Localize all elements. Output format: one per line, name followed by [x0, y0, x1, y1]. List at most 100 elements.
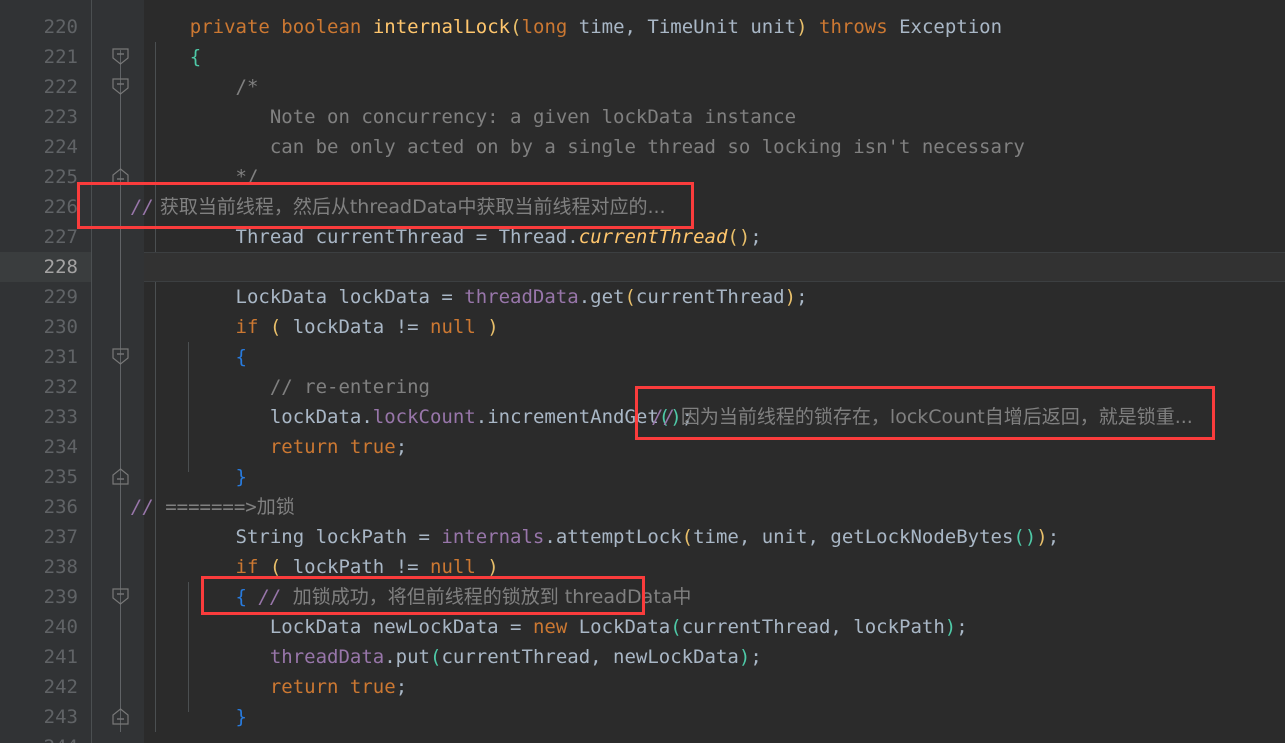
paren-close: ) — [796, 16, 808, 38]
type-lockdata: LockData — [567, 616, 671, 638]
line-content[interactable]: } — [144, 462, 247, 492]
line-content[interactable]: Thread currentThread = Thread.currentThr… — [144, 222, 762, 252]
paren-close: ) — [1036, 526, 1048, 548]
code-line-current[interactable]: 228 — [0, 252, 1285, 282]
paren-close: ) — [738, 646, 751, 668]
statement-head: LockData lockData = — [235, 286, 465, 308]
brace-open: { — [235, 586, 247, 608]
line-content[interactable]: return true; — [144, 432, 407, 462]
line-content[interactable]: String lockPath = internals.attemptLock(… — [144, 522, 1060, 552]
paren-open: ( — [258, 316, 293, 338]
line-number: 235 — [43, 466, 78, 488]
keyword-private: private — [189, 16, 270, 38]
line-number: 243 — [43, 706, 78, 728]
line-content[interactable]: threadData.put(currentThread, newLockDat… — [144, 642, 762, 672]
line-number: 231 — [43, 346, 78, 368]
line-content[interactable]: /* — [144, 72, 259, 102]
brace-close: } — [235, 466, 247, 488]
line-number: 221 — [43, 46, 78, 68]
fold-region-end-icon[interactable] — [112, 168, 129, 185]
code-line[interactable]: 229 LockData lockData = threadData.get(c… — [0, 282, 1285, 312]
line-content[interactable]: return true; — [144, 672, 407, 702]
keyword-true: true — [338, 676, 396, 698]
paren-close: ) — [475, 316, 499, 338]
code-line[interactable]: 237 String lockPath = internals.attemptL… — [0, 522, 1285, 552]
code-line[interactable]: 242 return true; — [0, 672, 1285, 702]
line-content[interactable]: } — [144, 702, 247, 732]
statement-head: LockData newLockData = — [269, 616, 533, 638]
keyword-null: null — [430, 316, 476, 338]
code-line[interactable]: 244 — [0, 732, 1285, 743]
fold-region-end-icon[interactable] — [112, 708, 129, 725]
code-line[interactable]: 235 } — [0, 462, 1285, 492]
code-line[interactable]: 239 { // 加锁成功，将但前线程的锁放到 threadData中 — [0, 582, 1285, 612]
method-call: currentThread — [578, 226, 728, 248]
arguments: time, unit, getLockNodeBytes — [693, 526, 1014, 548]
current-line-highlight — [144, 252, 1285, 282]
line-content[interactable]: */ — [144, 162, 259, 192]
paren-open: ( — [670, 616, 682, 638]
line-content[interactable]: Note on concurrency: a given lockData in… — [144, 102, 796, 132]
line-number: 244 — [0, 732, 78, 743]
fold-collapse-icon[interactable] — [112, 588, 129, 605]
semicolon: ; — [956, 616, 968, 638]
line-content[interactable]: if ( lockData != null ) — [144, 312, 499, 342]
code-line[interactable]: 243 } — [0, 702, 1285, 732]
annotation-comment-content: // 因为当前线程的锁存在，lockCount自增后返回，就是锁重... — [652, 402, 1193, 432]
line-content[interactable]: if ( lockPath != null ) — [144, 552, 499, 582]
line-number: 229 — [43, 286, 78, 308]
code-line[interactable]: 219 — [0, 0, 1285, 8]
code-line[interactable]: 223 Note on concurrency: a given lockDat… — [0, 102, 1285, 132]
statement-head: String lockPath = — [235, 526, 442, 548]
code-line[interactable]: 241 threadData.put(currentThread, newLoc… — [0, 642, 1285, 672]
comment-slashes: // — [130, 496, 154, 518]
semicolon: ; — [1047, 526, 1060, 548]
code-line[interactable]: 231 { — [0, 342, 1285, 372]
code-line[interactable]: 236 // =======>加锁 — [0, 492, 1285, 522]
code-line[interactable]: 238 if ( lockPath != null ) — [0, 552, 1285, 582]
fold-region-end-icon[interactable] — [112, 468, 129, 485]
code-line[interactable]: 227 Thread currentThread = Thread.curren… — [0, 222, 1285, 252]
line-content[interactable]: can be only acted on by a single thread … — [144, 132, 1025, 162]
method-get: .get — [578, 286, 625, 308]
code-line[interactable]: 234 return true; — [0, 432, 1285, 462]
code-line[interactable]: 225 */ — [0, 162, 1285, 192]
param-unit: unit — [738, 16, 797, 38]
line-content[interactable]: LockData newLockData = new LockData(curr… — [144, 612, 968, 642]
semicolon: ; — [796, 286, 808, 308]
code-line[interactable]: 224 can be only acted on by a single thr… — [0, 132, 1285, 162]
keyword-null: null — [430, 556, 476, 578]
code-line[interactable]: 230 if ( lockData != null ) — [0, 312, 1285, 342]
fold-collapse-icon[interactable] — [112, 78, 129, 95]
type-exception: Exception — [899, 16, 1003, 38]
code-line[interactable]: 240 LockData newLockData = new LockData(… — [0, 612, 1285, 642]
brace-close: } — [235, 706, 247, 728]
code-line[interactable]: 221 { — [0, 42, 1285, 72]
line-number: 234 — [43, 436, 78, 458]
code-line[interactable]: 222 /* — [0, 72, 1285, 102]
line-content[interactable]: { // 加锁成功，将但前线程的锁放到 threadData中 — [144, 582, 692, 612]
method-name: internalLock — [372, 16, 511, 38]
paren-close: ) — [784, 286, 797, 308]
line-content[interactable]: // 获取当前线程，然后从threadData中获取当前线程对应的... — [108, 192, 666, 222]
code-editor[interactable]: 219 220 private boolean internalLock(lon… — [0, 0, 1285, 743]
line-content[interactable]: LockData lockData = threadData.get(curre… — [144, 282, 808, 312]
line-content[interactable]: { — [144, 342, 247, 372]
fold-collapse-icon[interactable] — [112, 48, 129, 65]
line-content[interactable]: { — [144, 42, 201, 72]
gutter-separator — [91, 0, 92, 743]
annotation-comment-line: // 因为当前线程的锁存在，lockCount自增后返回，就是锁重... — [0, 402, 1285, 432]
comment-text: Note on concurrency: a given lockData in… — [269, 106, 797, 128]
line-number: 239 — [43, 586, 78, 608]
fold-collapse-icon[interactable] — [112, 348, 129, 365]
code-line[interactable]: 226 // 获取当前线程，然后从threadData中获取当前线程对应的... — [0, 192, 1285, 222]
method-call: .attemptLock — [544, 526, 682, 548]
code-line[interactable]: 220 private boolean internalLock(long ti… — [0, 12, 1285, 42]
line-content[interactable]: private boolean internalLock(long time, … — [144, 12, 1002, 42]
comment-block-end: */ — [235, 166, 259, 188]
line-content[interactable]: // re-entering — [144, 372, 430, 402]
paren-open: ( — [258, 556, 293, 578]
code-line[interactable]: 232 // re-entering — [0, 372, 1285, 402]
line-content[interactable]: // =======>加锁 — [108, 492, 295, 522]
keyword-if: if — [235, 556, 259, 578]
